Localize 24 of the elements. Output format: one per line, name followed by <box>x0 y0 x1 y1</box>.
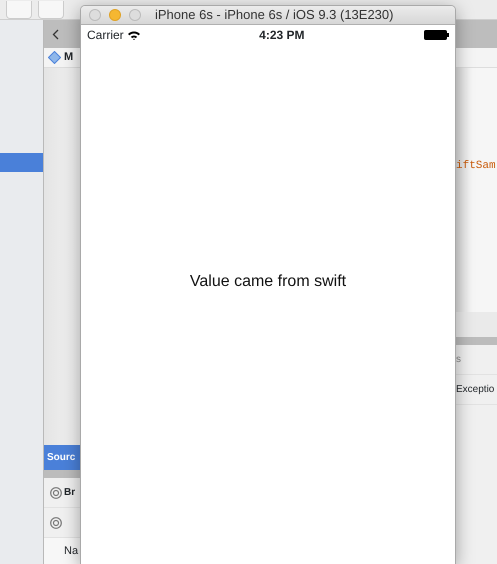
target-icon <box>50 486 62 498</box>
zoom-button[interactable] <box>129 9 141 21</box>
message-label: Value came from swift <box>190 272 346 292</box>
clock-text: 4:23 PM <box>259 27 305 44</box>
panel-header[interactable]: Sourc <box>44 445 80 470</box>
minimize-button[interactable] <box>109 9 121 21</box>
panel-header-background <box>456 312 497 336</box>
toolbar-button[interactable] <box>38 1 64 19</box>
battery-icon <box>424 30 449 40</box>
close-button[interactable] <box>89 9 101 21</box>
column-header: Na <box>44 538 80 564</box>
wifi-icon <box>128 30 140 40</box>
back-icon[interactable] <box>52 28 59 40</box>
tab-bar <box>456 20 497 48</box>
sidebar-row[interactable] <box>0 153 43 172</box>
row-label: Br <box>64 486 76 500</box>
panel-tab-text[interactable]: s <box>456 352 461 366</box>
window-title: iPhone 6s - iPhone 6s / iOS 9.3 (13E230) <box>155 6 394 24</box>
target-icon <box>50 516 62 528</box>
code-text: iftSam <box>456 159 496 174</box>
diamond-icon <box>48 51 61 64</box>
carrier-text: Carrier <box>87 27 124 44</box>
toolbar-button[interactable] <box>6 1 32 19</box>
row-label: Exceptio <box>456 382 494 396</box>
